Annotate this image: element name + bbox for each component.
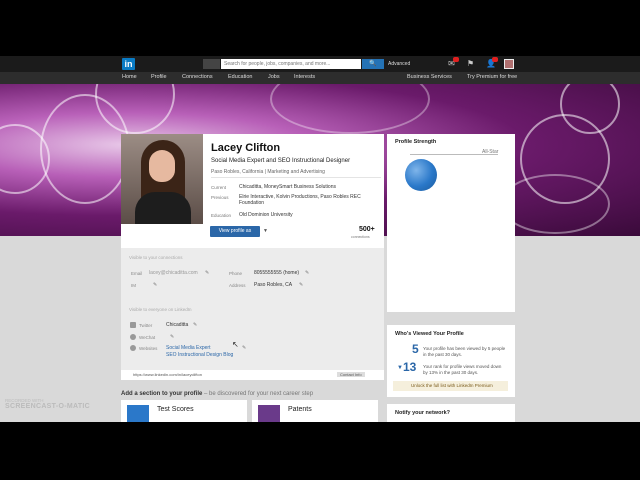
education-label: Education (211, 213, 232, 218)
view-profile-dropdown-icon[interactable]: ▼ (263, 228, 268, 234)
menu-education[interactable]: Education (228, 74, 252, 80)
strength-meter-line (410, 154, 498, 155)
divider (211, 177, 381, 178)
edit-address-icon[interactable]: ✎ (299, 282, 303, 288)
test-scores-label: Test Scores (157, 406, 194, 413)
connections-label: connections (351, 235, 370, 239)
profile-views-count[interactable]: 5 (412, 342, 419, 356)
patents-icon (258, 405, 280, 422)
profile-strength-orb[interactable] (405, 159, 437, 191)
phone-label: Phone (229, 271, 243, 276)
profile-location: Paso Robles, California (211, 169, 264, 175)
profile-views-text: Your profile has been viewed by 5 people… (423, 346, 506, 357)
test-scores-tile[interactable]: Test Scores (121, 400, 247, 422)
profile-name: Lacey Clifton (211, 142, 281, 154)
connections-count: 500+ (359, 226, 375, 233)
address-value[interactable]: Paso Robles, CA (254, 282, 292, 288)
advanced-search-link[interactable]: Advanced (388, 61, 410, 67)
menu-home[interactable]: Home (122, 74, 137, 80)
previous-label: Previous (211, 195, 229, 200)
linkedin-logo[interactable]: in (122, 58, 135, 70)
messages-badge (453, 57, 459, 62)
add-section-subtitle: – be discovered for your next career ste… (202, 391, 314, 397)
flag-icon[interactable]: ⚑ (466, 59, 475, 68)
menu-business-services[interactable]: Business Services (407, 74, 452, 80)
edit-twitter-icon[interactable]: ✎ (193, 322, 197, 328)
who-viewed-panel: Who's Viewed Your Profile 5 Your profile… (387, 325, 515, 397)
profile-card: Lacey Clifton Social Media Expert and SE… (121, 134, 384, 248)
menu-connections[interactable]: Connections (182, 74, 213, 80)
watermark-line-2: SCREENCAST-O-MATIC (5, 403, 90, 410)
education-value: Old Dominion University (239, 212, 293, 218)
wechat-icon (130, 334, 136, 340)
patents-tile[interactable]: Patents (252, 400, 378, 422)
menu-try-premium[interactable]: Try Premium for free (467, 74, 517, 80)
rank-change-count[interactable]: ▼13 (397, 360, 416, 374)
email-value[interactable]: lacey@chicaditta.com (149, 270, 198, 276)
globe-icon (130, 345, 136, 351)
website-link-1[interactable]: Social Media Expert (166, 345, 210, 351)
notify-network-panel: Notify your network? (387, 404, 515, 422)
view-profile-as-button[interactable]: View profile as (210, 226, 260, 237)
twitter-label: Twitter (139, 323, 153, 328)
notify-network-title: Notify your network? (395, 410, 451, 416)
websites-label: Websites (139, 346, 158, 351)
top-nav-bar: in 🔍 Advanced ✉ ⚑ 👤 (0, 56, 640, 72)
search-input[interactable] (221, 59, 361, 69)
patents-label: Patents (288, 406, 312, 413)
premium-unlock-link[interactable]: Unlock the full list with LinkedIn Premi… (393, 381, 508, 391)
twitter-icon (130, 322, 136, 328)
profile-photo[interactable] (121, 134, 203, 224)
contact-info-button[interactable]: Contact Info (337, 372, 365, 377)
test-scores-icon (127, 405, 149, 422)
im-label: IM (131, 283, 136, 288)
rank-change-value: 13 (402, 360, 417, 374)
menu-jobs[interactable]: Jobs (268, 74, 280, 80)
address-label: Address (229, 283, 246, 288)
previous-value: Elrie Interactive, Kolvin Productions, P… (239, 194, 361, 206)
menu-profile[interactable]: Profile (151, 74, 167, 80)
public-profile-url-bar: https://www.linkedin.com/in/laceyclifton… (121, 370, 384, 380)
edit-im-icon[interactable]: ✎ (153, 282, 157, 288)
search-category-dropdown[interactable] (203, 59, 220, 69)
add-section-heading: Add a section to your profile – be disco… (121, 391, 313, 397)
edit-wechat-icon[interactable]: ✎ (170, 334, 174, 340)
phone-value[interactable]: 8055555555 (home) (254, 270, 299, 276)
rank-change-text: Your rank for profile views moved down b… (423, 364, 502, 375)
edit-email-icon[interactable]: ✎ (205, 270, 209, 276)
twitter-value[interactable]: Chicaditta (166, 322, 188, 328)
contact-info-panel (121, 248, 384, 376)
mouse-cursor-icon: ↖ (232, 340, 239, 349)
email-label: Email (131, 271, 143, 276)
website-link-2[interactable]: SEO Instructional Design Blog (166, 352, 233, 358)
edit-phone-icon[interactable]: ✎ (305, 270, 309, 276)
profile-headline: Social Media Expert and SEO Instructiona… (211, 158, 351, 164)
visible-connections-title: Visible to your connections (129, 255, 183, 260)
screencast-watermark: RECORDED WITH SCREENCAST-O-MATIC (5, 398, 90, 410)
search-button[interactable]: 🔍 (362, 59, 384, 69)
wechat-label: WeChat (139, 335, 156, 340)
menu-interests[interactable]: Interests (294, 74, 315, 80)
current-label: Current (211, 185, 227, 190)
who-viewed-title[interactable]: Who's Viewed Your Profile (395, 331, 464, 337)
visible-everyone-title: Visible to everyone on LinkedIn (129, 307, 192, 312)
profile-strength-panel: Profile Strength All-Star (387, 134, 515, 312)
current-value: Chicaditta, MoneySmart Business Solution… (239, 184, 336, 190)
add-section-title: Add a section to your profile (121, 391, 203, 397)
profile-industry: Marketing and Advertising (267, 169, 325, 175)
account-avatar[interactable] (504, 59, 514, 69)
browser-viewport: in 🔍 Advanced ✉ ⚑ 👤 Home Profile Connect… (0, 56, 640, 422)
public-profile-url[interactable]: https://www.linkedin.com/in/laceyclifton (133, 372, 202, 377)
connections-badge (492, 57, 498, 62)
edit-websites-icon[interactable]: ✎ (242, 345, 246, 351)
profile-strength-title: Profile Strength (395, 139, 437, 145)
main-menu: Home Profile Connections Education Jobs … (0, 72, 640, 84)
profile-location-industry: Paso Robles, California | Marketing and … (211, 169, 325, 175)
